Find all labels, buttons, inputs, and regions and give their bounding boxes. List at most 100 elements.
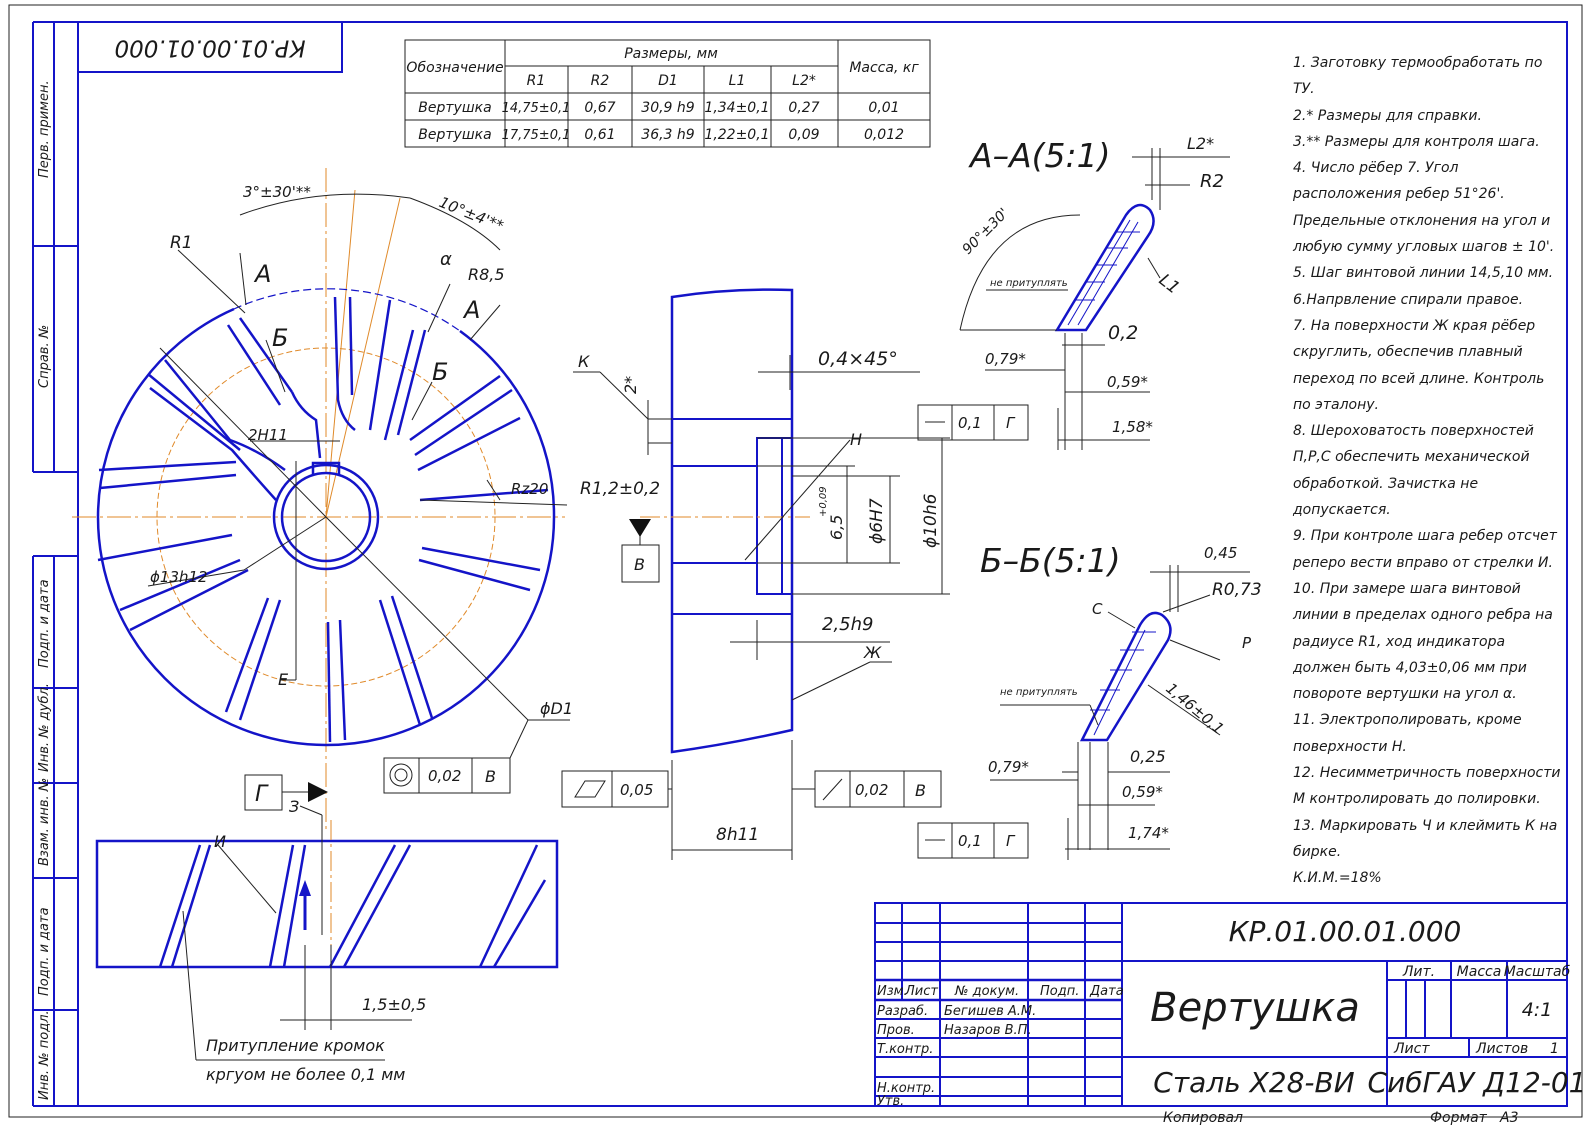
label-zh: Ж <box>863 643 882 662</box>
tb-kopiroval: Копировал <box>1163 1110 1243 1126</box>
stamp-inv-podl: Инв. № подл. <box>37 1010 52 1100</box>
label-r85: R8,5 <box>468 265 505 284</box>
tb-org: СибГАУ Д12-01 <box>1368 1066 1587 1099</box>
table-row1-mass: 0,01 <box>868 100 899 116</box>
label-z: З <box>289 797 299 816</box>
section-bb-title: Б–Б(5:1) <box>980 541 1121 580</box>
note-chamfer-2: кргуом не более 0,1 мм <box>206 1065 405 1084</box>
tb-format-val: А3 <box>1499 1110 1518 1126</box>
note-item: 3.** Размеры для контроля шага. <box>1293 133 1540 150</box>
note-chamfer-1: Притупление кромок <box>206 1036 385 1055</box>
bb-np: не притуплять <box>1000 687 1078 698</box>
table-col-l2: L2* <box>792 73 816 89</box>
tb-listov-val: 1 <box>1550 1041 1559 1057</box>
dim-2: 2* <box>621 376 640 394</box>
technical-requirements: 1. Заготовку термообработать по ТУ. 2.* … <box>1293 50 1565 892</box>
tb-name: Вертушка <box>1150 985 1360 1031</box>
note-item: К.И.М.=18% <box>1293 870 1382 887</box>
note-item: 8. Шероховатость поверхностей П,Р,С обес… <box>1293 423 1534 519</box>
tb-izm: Изм. <box>877 984 908 999</box>
doc-code-rotated: КР.01.00.01.000 <box>114 35 305 61</box>
table-col-l1: L1 <box>729 73 746 89</box>
label-a-right: А <box>462 296 480 324</box>
bb-d025: 0,25 <box>1130 747 1166 766</box>
dim-1-5: 1,5±0,5 <box>362 995 426 1014</box>
table-row1-r2: 0,67 <box>584 100 615 116</box>
angle-3deg: 3°±30'** <box>243 183 311 201</box>
table-row2-r1: 17,75±0,1 <box>502 128 571 143</box>
table-row2-mass: 0,012 <box>864 127 904 143</box>
table-header-sizes: Размеры, мм <box>624 46 718 62</box>
stamp-inv-dubl: Инв. № дубл. <box>37 683 52 772</box>
dim-8h11: 8h11 <box>716 825 759 845</box>
note-item: 9. При контроле шага ребер отсчет реперо… <box>1293 528 1557 571</box>
aa-l1: L1 <box>1155 270 1183 298</box>
stamp-podp-data-2: Подп. и дата <box>37 907 52 996</box>
note-item: 2.* Размеры для справки. <box>1293 107 1482 124</box>
label-b-left: Б <box>272 324 288 352</box>
note-item: 4. Число рёбер 7. Угол расположения ребе… <box>1293 160 1555 256</box>
tb-lit: Лит. <box>1402 964 1435 980</box>
tb-masshtab: Масштаб <box>1504 964 1571 980</box>
aa-r2: R2 <box>1200 171 1224 192</box>
base-b-letter: В <box>634 555 645 574</box>
label-d1: ϕD1 <box>540 699 573 718</box>
label-alpha: α <box>440 249 452 270</box>
table-header-mass: Масса, кг <box>849 60 919 76</box>
tb-list2: Лист <box>904 984 938 999</box>
table-header-designation: Обозначение <box>406 60 503 76</box>
dim-d10h6: ϕ10h6 <box>921 493 941 548</box>
stamp-vzam-inv: Взам. инв. № <box>37 778 52 866</box>
label-b-right: Б <box>432 358 448 386</box>
note-item: 5. Шаг винтовой линии 14,5,10 мм. <box>1293 265 1554 282</box>
runout-base: В <box>915 781 926 800</box>
tb-tkontr: Т.контр. <box>877 1042 933 1057</box>
table-row1-name: Вертушка <box>418 100 491 116</box>
table-row2-name: Вертушка <box>418 127 491 143</box>
bb-r073: R0,73 <box>1212 580 1262 600</box>
tb-podp: Подп. <box>1040 984 1079 999</box>
section-aa <box>917 148 1230 450</box>
label-h: Н <box>850 430 862 449</box>
tb-format: Формат <box>1430 1110 1488 1126</box>
tb-scale: 4:1 <box>1522 999 1553 1021</box>
concentricity-base: В <box>485 767 496 786</box>
bb-d045: 0,45 <box>1204 544 1237 562</box>
dim-2-5h9: 2,5h9 <box>822 614 874 635</box>
aa-l2: L2* <box>1187 134 1214 153</box>
tb-material: Сталь Х28-ВИ <box>1153 1066 1354 1099</box>
aa-np: не притуплять <box>990 278 1068 289</box>
label-d13h12: ϕ13h12 <box>150 568 208 586</box>
tb-utv: Утв. <box>877 1094 904 1109</box>
dim-d6h7: ϕ6Н7 <box>867 498 887 544</box>
label-i: И <box>214 832 226 851</box>
concentricity-tol: 0,02 <box>428 767 461 785</box>
note-item: 10. При замере шага винтовой линии в пре… <box>1293 580 1553 703</box>
bb-base: Г <box>1006 832 1016 850</box>
note-item: 6.Напрвление спирали правое. <box>1293 291 1524 308</box>
tb-razrab-name: Бегишев А.М. <box>944 1004 1036 1019</box>
tb-massa: Масса <box>1457 964 1502 980</box>
label-r1: R1 <box>170 233 193 253</box>
dim-chamfer: 0,4×45° <box>818 348 898 370</box>
note-item: 7. На поверхности Ж края рёбер скруглить… <box>1293 317 1545 413</box>
aa-base: Г <box>1006 414 1016 432</box>
dim-6-5-tol: +0,09 <box>818 486 829 517</box>
tb-doc: № докум. <box>954 984 1019 999</box>
bb-d079: 0,79* <box>988 758 1029 776</box>
table-col-r2: R2 <box>591 73 610 89</box>
table-col-r1: R1 <box>527 73 546 89</box>
note-item: 11. Электрополировать, кроме поверхности… <box>1293 712 1522 755</box>
bottom-view <box>95 774 559 1061</box>
section-aa-title: А–А(5:1) <box>968 136 1111 175</box>
bb-d059: 0,59* <box>1122 783 1163 801</box>
table-col-d1: D1 <box>658 73 678 89</box>
label-2h11: 2H11 <box>248 426 288 444</box>
bb-d174: 1,74* <box>1128 824 1169 842</box>
aa-d158: 1,58* <box>1112 418 1153 436</box>
aa-angle: 90°±30' <box>960 205 1012 257</box>
table-row2-l2: 0,09 <box>788 127 819 143</box>
tb-razrab: Разраб. <box>877 1004 928 1019</box>
stamp-podp-data-1: Подп. и дата <box>37 579 52 668</box>
runout-tol: 0,02 <box>855 781 888 799</box>
